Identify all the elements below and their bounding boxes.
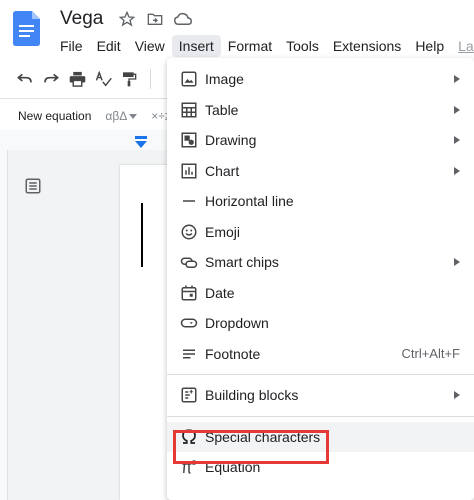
undo-icon[interactable]: [16, 70, 34, 88]
cloud-status-icon[interactable]: [174, 10, 192, 28]
vertical-ruler: [0, 150, 8, 500]
submenu-arrow-icon: [454, 391, 460, 400]
document-outline-icon[interactable]: [24, 177, 42, 195]
menu-item-table[interactable]: Table: [167, 95, 474, 126]
emoji-icon: [179, 222, 199, 242]
table-icon: [179, 100, 199, 120]
menu-item-emoji[interactable]: Emoji: [167, 217, 474, 248]
star-icon[interactable]: [118, 10, 136, 28]
menu-item-label: Horizontal line: [205, 193, 294, 210]
menu-file[interactable]: File: [53, 35, 90, 57]
chart-icon: [179, 161, 199, 181]
menu-item-dropdown[interactable]: Dropdown: [167, 308, 474, 339]
menu-insert[interactable]: Insert: [171, 35, 221, 57]
last-edit-link[interactable]: Las: [451, 35, 474, 57]
indent-marker-icon[interactable]: [134, 135, 148, 148]
menu-item-label: Footnote: [205, 345, 261, 362]
greek-letters-label: αβΔ: [105, 109, 128, 123]
move-folder-icon[interactable]: [146, 10, 164, 28]
menu-item-smart-chips[interactable]: Smart chips: [167, 247, 474, 278]
menu-item-drawing[interactable]: Drawing: [167, 125, 474, 156]
submenu-arrow-icon: [454, 166, 460, 175]
calendar-icon: [179, 283, 199, 303]
menu-edit[interactable]: Edit: [90, 35, 128, 57]
toolbar-divider: [150, 69, 151, 89]
new-equation-button[interactable]: New equation: [18, 109, 91, 123]
menu-item-label: Smart chips: [205, 254, 279, 271]
menu-item-label: Drawing: [205, 132, 257, 149]
redo-icon[interactable]: [42, 70, 60, 88]
greek-letters-dropdown[interactable]: αβΔ: [105, 109, 138, 123]
menu-extensions[interactable]: Extensions: [326, 35, 408, 57]
menu-item-label: Emoji: [205, 223, 241, 240]
menu-item-label: Dropdown: [205, 315, 269, 332]
building-blocks-icon: [179, 385, 199, 405]
drawing-icon: [179, 130, 199, 150]
document-title[interactable]: Vega: [60, 8, 103, 30]
menu-item-label: Image: [205, 71, 244, 88]
submenu-arrow-icon: [454, 136, 460, 145]
menu-divider: [167, 415, 474, 417]
footnote-icon: [179, 344, 199, 364]
paint-format-icon[interactable]: [120, 70, 138, 88]
menu-help[interactable]: Help: [408, 35, 451, 57]
keyboard-shortcut: Ctrl+Alt+F: [401, 346, 460, 362]
image-icon: [179, 69, 199, 89]
menu-item-label: Table: [205, 101, 239, 118]
highlight-annotation-box: [173, 430, 329, 464]
menu-item-horizontal-line[interactable]: Horizontal line: [167, 186, 474, 217]
menu-item-footnote[interactable]: Footnote Ctrl+Alt+F: [167, 339, 474, 370]
menu-divider: [167, 374, 474, 375]
chevron-down-icon: [129, 113, 138, 119]
menu-item-label: Chart: [205, 162, 240, 179]
text-cursor: [141, 203, 143, 267]
menu-item-building-blocks[interactable]: Building blocks: [167, 380, 474, 411]
menu-item-date[interactable]: Date: [167, 278, 474, 309]
menu-format[interactable]: Format: [221, 35, 279, 57]
submenu-arrow-icon: [454, 75, 460, 84]
menu-bar: File Edit View Insert Format Tools Exten…: [53, 34, 474, 58]
horizontal-line-icon: [179, 191, 199, 211]
smart-chips-icon: [179, 252, 199, 272]
dropdown-icon: [179, 313, 199, 333]
print-icon[interactable]: [68, 70, 86, 88]
menu-tools[interactable]: Tools: [279, 35, 326, 57]
menu-item-chart[interactable]: Chart: [167, 156, 474, 187]
submenu-arrow-icon: [454, 258, 460, 267]
menu-view[interactable]: View: [128, 35, 172, 57]
submenu-arrow-icon: [454, 105, 460, 114]
menu-item-label: Building blocks: [205, 387, 299, 404]
spellcheck-icon[interactable]: [94, 70, 112, 88]
menu-item-label: Date: [205, 284, 235, 301]
menu-item-image[interactable]: Image: [167, 64, 474, 95]
docs-logo-icon[interactable]: [13, 11, 40, 46]
